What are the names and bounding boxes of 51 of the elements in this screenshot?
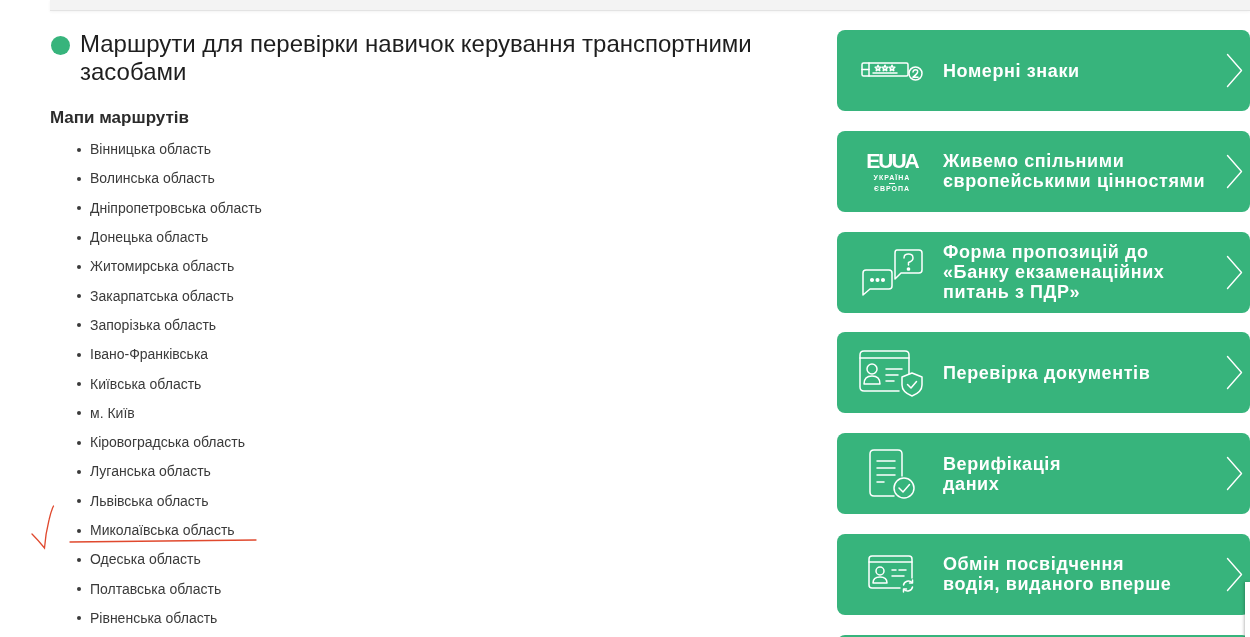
- bullet-icon: [77, 264, 81, 269]
- logo-wordmark: UA: [891, 149, 918, 172]
- bullet-icon: [77, 440, 81, 445]
- region-link[interactable]: Закарпатська область: [90, 287, 234, 305]
- chat-bubbles-icon: [861, 248, 923, 297]
- chevron-right-icon: [1226, 153, 1243, 189]
- bullet-icon: [77, 294, 81, 299]
- bullet-icon: [77, 235, 81, 240]
- id-card-shield-icon: [859, 348, 925, 397]
- chevron-right-icon: [1226, 456, 1243, 492]
- region-link[interactable]: Рівненська область: [90, 609, 218, 627]
- id-card-refresh-icon: [868, 554, 916, 595]
- bullet-icon: [77, 176, 81, 181]
- floating-panel: [1245, 582, 1250, 637]
- region-link[interactable]: Львівська область: [90, 492, 209, 510]
- region-link[interactable]: Івано-Франківська: [90, 346, 209, 364]
- chevron-right-icon: [1226, 557, 1243, 592]
- bullet-icon: [77, 616, 81, 621]
- bullet-icon: [77, 528, 81, 533]
- region-link[interactable]: Полтавська область: [90, 580, 222, 598]
- chevron-right-icon: [1226, 355, 1243, 391]
- region-link[interactable]: Миколаївська область: [90, 522, 235, 539]
- region-link[interactable]: Житомирська область: [90, 258, 235, 276]
- region-link[interactable]: Кіровоградська область: [90, 434, 245, 452]
- bullet-icon: [77, 499, 81, 504]
- license-plate-icon: [861, 60, 923, 81]
- page-title: Маршрути для перевірки навичок керування транспортними засобами: [80, 30, 753, 86]
- region-link[interactable]: Волинська область: [90, 170, 215, 188]
- region-link[interactable]: Луганська область: [90, 463, 211, 481]
- logo-wordmark: EU: [866, 149, 892, 172]
- bullet-icon: [77, 206, 81, 211]
- document-check-icon: [868, 447, 916, 500]
- bullet-icon: [77, 557, 81, 562]
- region-link[interactable]: Київська область: [90, 375, 202, 393]
- dot-icon: [51, 36, 70, 55]
- bullet-icon: [77, 411, 81, 416]
- bullet-icon: [77, 382, 81, 386]
- chevron-right-icon: [1226, 254, 1243, 290]
- bullet-icon: [77, 147, 81, 152]
- region-link[interactable]: Дніпропетровська область: [90, 199, 262, 217]
- chevron-right-icon: [1226, 53, 1243, 88]
- region-link[interactable]: Одеська область: [90, 551, 201, 569]
- region-link[interactable]: Запорізька область: [90, 316, 217, 334]
- bullet-icon: [77, 323, 81, 328]
- region-link[interactable]: м. Київ: [90, 404, 135, 422]
- region-link[interactable]: Вінницька область: [90, 141, 211, 159]
- bullet-icon: [77, 587, 81, 592]
- section-title: Мапи маршрутів: [50, 107, 189, 129]
- region-link[interactable]: Донецька область: [90, 229, 209, 247]
- bullet-icon: [77, 352, 81, 357]
- bullet-icon: [77, 469, 81, 474]
